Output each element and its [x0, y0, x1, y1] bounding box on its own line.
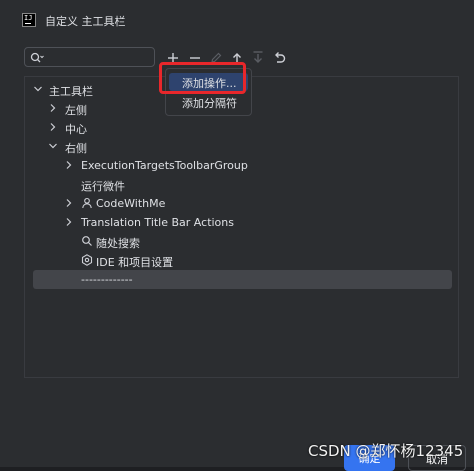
- gear-icon: [81, 254, 93, 266]
- popup-item-add-separator[interactable]: 添加分隔符: [169, 93, 248, 111]
- tree-item-label: 中心: [65, 123, 87, 136]
- tree-item-code-with-me[interactable]: CodeWithMe: [25, 194, 458, 213]
- undo-icon: [275, 52, 286, 63]
- chevron-down-icon[interactable]: [48, 141, 58, 151]
- tree-item-label: 随处搜索: [96, 237, 140, 250]
- tree-item-label: IDE 和项目设置: [96, 256, 174, 269]
- toolbar-actions-tree[interactable]: 主工具栏 左侧 中心 右侧 ExecutionTargetsToolbarGro…: [24, 76, 459, 378]
- chevron-down-icon[interactable]: [33, 84, 43, 94]
- tree-item-label: 主工具栏: [49, 85, 93, 98]
- customize-toolbar-dialog: IJ 自定义 主工具栏 主工具栏 左侧 中心 右侧 ExecutionTarge…: [0, 0, 474, 471]
- watermark: CSDN @郑怀杨12345: [308, 442, 464, 460]
- chevron-right-icon[interactable]: [64, 198, 74, 208]
- app-icon: IJ: [22, 13, 36, 27]
- tree-item-label: 左侧: [65, 104, 87, 117]
- tree-item-label: 运行微件: [81, 180, 125, 193]
- tree-item-translation-actions[interactable]: Translation Title Bar Actions: [25, 213, 458, 232]
- tree-item-run-widget[interactable]: 运行微件: [25, 175, 458, 194]
- user-icon: [82, 197, 92, 209]
- annotation-highlight-box: [159, 62, 246, 94]
- tree-item-separator[interactable]: -------------: [33, 270, 452, 289]
- search-icon: [30, 52, 44, 63]
- tree-item-search-everywhere[interactable]: 随处搜索: [25, 232, 458, 251]
- search-box[interactable]: [24, 47, 155, 67]
- tree-item-center[interactable]: 中心: [25, 118, 458, 137]
- tree-item-label: 右侧: [65, 142, 87, 155]
- search-input[interactable]: [47, 49, 151, 65]
- arrow-down-icon: [253, 51, 263, 63]
- tree-item-label: Translation Title Bar Actions: [81, 216, 234, 229]
- tree-item-label: ExecutionTargetsToolbarGroup: [81, 159, 248, 172]
- search-icon: [82, 236, 92, 246]
- title-bar: IJ 自定义 主工具栏: [0, 0, 474, 40]
- chevron-right-icon[interactable]: [64, 160, 74, 170]
- tree-item-label: CodeWithMe: [96, 197, 166, 210]
- tree-item-ide-settings[interactable]: IDE 和项目设置: [25, 251, 458, 270]
- restore-button[interactable]: [271, 50, 287, 66]
- popup-item-label: 添加分隔符: [182, 97, 237, 110]
- dialog-title: 自定义 主工具栏: [45, 15, 126, 28]
- tree-item-execution-targets[interactable]: ExecutionTargetsToolbarGroup: [25, 156, 458, 175]
- chevron-right-icon[interactable]: [64, 217, 74, 227]
- tree-item-right[interactable]: 右侧: [25, 137, 458, 156]
- chevron-right-icon[interactable]: [48, 103, 58, 113]
- app-icon-text: IJ: [24, 14, 33, 22]
- move-down-button[interactable]: [250, 50, 266, 66]
- chevron-right-icon[interactable]: [48, 122, 58, 132]
- tree-item-label: -------------: [81, 273, 133, 286]
